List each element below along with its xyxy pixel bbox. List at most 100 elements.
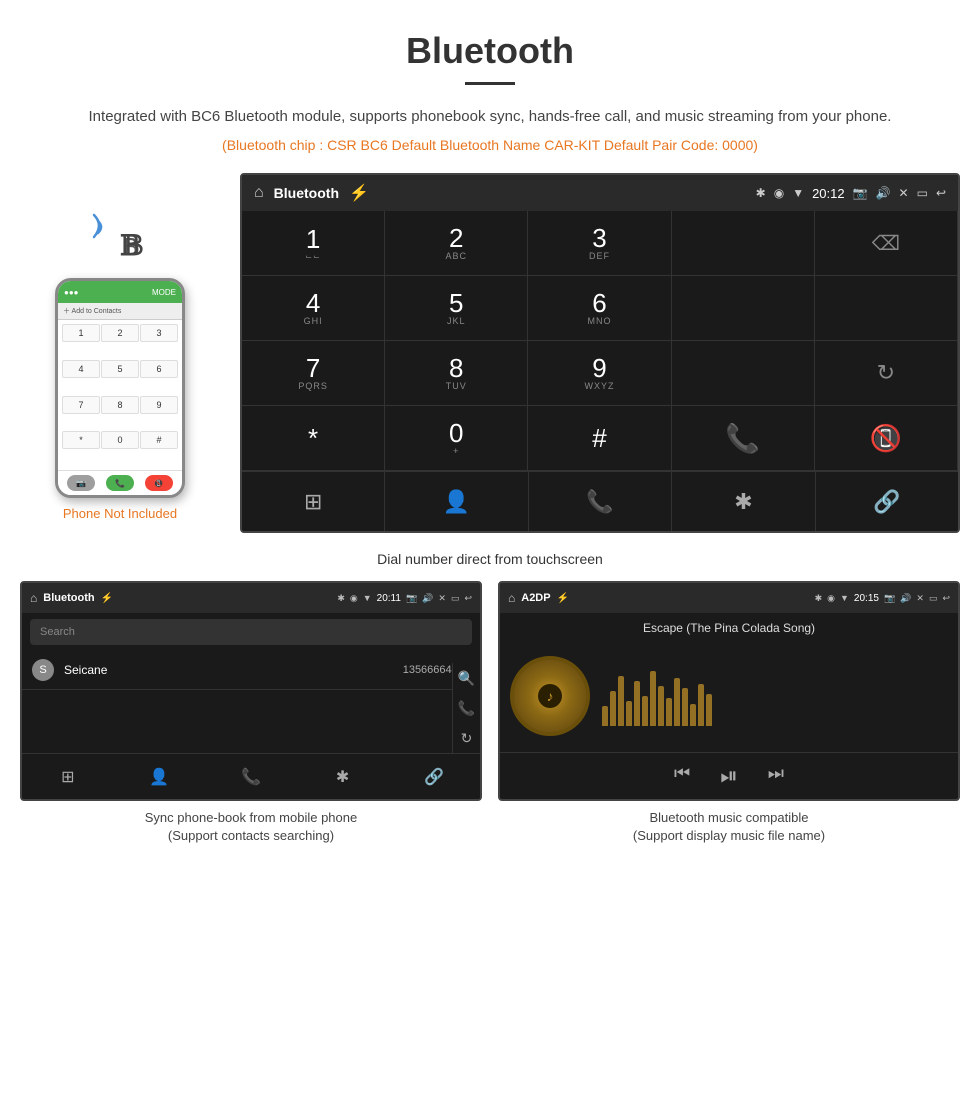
window-icon[interactable]: ▭ xyxy=(917,186,928,200)
phone-key-2[interactable]: 2 xyxy=(101,324,139,342)
key-7[interactable]: 7 PQRS xyxy=(242,341,385,406)
pb-tool-bt[interactable]: ✱ xyxy=(297,754,389,799)
page-title: Bluetooth xyxy=(0,0,980,82)
bluetooth-status-icon: ✱ xyxy=(756,186,766,200)
next-track-btn[interactable]: ⏭ xyxy=(768,763,784,789)
pb-contact-row: S Seicane 13566664466 xyxy=(22,651,480,690)
pb-side-refresh[interactable]: ↻ xyxy=(461,730,473,747)
pb-wifi-icon: ▼ xyxy=(363,593,372,603)
phone-key-6[interactable]: 6 xyxy=(140,360,178,378)
dial-tool-keypad[interactable]: ⊞ xyxy=(242,472,385,531)
pb-side-call[interactable]: 📞 xyxy=(458,700,475,717)
phone-key-3[interactable]: 3 xyxy=(140,324,178,342)
phone-key-4[interactable]: 4 xyxy=(62,360,100,378)
music-cam-icon[interactable]: 📷 xyxy=(884,593,895,604)
close-icon[interactable]: ✕ xyxy=(899,186,909,200)
pb-tool-user[interactable]: 👤 xyxy=(114,754,206,799)
pb-side-search[interactable]: 🔍 xyxy=(458,670,475,687)
usb-icon: ⚡ xyxy=(349,183,369,203)
phone-keypad: 1 2 3 4 5 6 7 8 9 * 0 # xyxy=(58,320,182,470)
key-8[interactable]: 8 TUV xyxy=(385,341,528,406)
music-home-icon[interactable]: ⌂ xyxy=(508,591,515,605)
play-pause-btn[interactable]: ⏯ xyxy=(720,763,738,789)
back-icon[interactable]: ↩ xyxy=(936,186,946,200)
dial-tool-phone[interactable]: 📞 xyxy=(529,472,672,531)
pb-loc-icon: ◉ xyxy=(350,593,358,604)
key-refresh[interactable]: ↻ xyxy=(815,341,958,406)
music-status-icons: ✱ ◉ ▼ 20:15 📷 🔊 ✕ ▭ ↩ xyxy=(815,593,950,604)
music-time: 20:15 xyxy=(854,593,879,604)
phone-mockup: ●●● MODE ＋ Add to Contacts 1 2 3 4 5 6 7… xyxy=(55,278,185,498)
pb-tool-link[interactable]: 🔗 xyxy=(388,754,480,799)
phone-mode: MODE xyxy=(152,288,176,297)
music-back-icon[interactable]: ↩ xyxy=(942,593,950,604)
pb-close-icon[interactable]: ✕ xyxy=(438,593,446,604)
music-vol-icon[interactable]: 🔊 xyxy=(900,593,911,604)
pb-search-placeholder: Search xyxy=(40,626,75,638)
volume-icon[interactable]: 🔊 xyxy=(876,186,891,200)
camera-icon[interactable]: 📷 xyxy=(853,186,868,200)
phone-key-9[interactable]: 9 xyxy=(140,396,178,414)
key-call-green[interactable]: 📞 xyxy=(672,406,815,471)
key-1[interactable]: 1 ⌙⌙ xyxy=(242,211,385,276)
phone-key-5[interactable]: 5 xyxy=(101,360,139,378)
pb-home-icon[interactable]: ⌂ xyxy=(30,591,37,605)
pb-vol-icon[interactable]: 🔊 xyxy=(422,593,433,604)
key-2[interactable]: 2 ABC xyxy=(385,211,528,276)
bar-10 xyxy=(674,678,680,726)
phone-key-1[interactable]: 1 xyxy=(62,324,100,342)
phone-key-star[interactable]: * xyxy=(62,431,100,449)
phone-key-8[interactable]: 8 xyxy=(101,396,139,414)
key-0[interactable]: 0 + xyxy=(385,406,528,471)
dial-caption: Dial number direct from touchscreen xyxy=(0,543,980,581)
phone-key-hash[interactable]: # xyxy=(140,431,178,449)
keypad-area: 1 ⌙⌙ 2 ABC 3 DEF ⌫ 4 GHI 5 JKL xyxy=(242,211,958,471)
phone-screen: ●●● MODE ＋ Add to Contacts 1 2 3 4 5 6 7… xyxy=(58,281,182,495)
prev-track-btn[interactable]: ⏮ xyxy=(674,763,690,789)
music-close-icon[interactable]: ✕ xyxy=(916,593,924,604)
key-9[interactable]: 9 WXYZ xyxy=(528,341,671,406)
pb-bt-icon: ✱ xyxy=(337,593,345,604)
music-header: ⌂ A2DP ⚡ ✱ ◉ ▼ 20:15 📷 🔊 ✕ ▭ ↩ xyxy=(500,583,958,613)
phone-key-0[interactable]: 0 xyxy=(101,431,139,449)
key-3[interactable]: 3 DEF xyxy=(528,211,671,276)
dial-tool-link[interactable]: 🔗 xyxy=(816,472,958,531)
pb-cam-icon[interactable]: 📷 xyxy=(406,593,417,604)
pb-win-icon[interactable]: ▭ xyxy=(451,593,460,604)
music-screen: ⌂ A2DP ⚡ ✱ ◉ ▼ 20:15 📷 🔊 ✕ ▭ ↩ xyxy=(498,581,960,801)
pb-search-bar[interactable]: Search xyxy=(30,619,472,645)
description-text: Integrated with BC6 Bluetooth module, su… xyxy=(0,105,980,137)
pb-tool-keypad[interactable]: ⊞ xyxy=(22,754,114,799)
phone-key-7[interactable]: 7 xyxy=(62,396,100,414)
music-visualizer xyxy=(602,666,948,726)
key-backspace[interactable]: ⌫ xyxy=(815,211,958,276)
phone-end-btn[interactable]: 📵 xyxy=(145,475,173,491)
bottom-row: ⌂ Bluetooth ⚡ ✱ ◉ ▼ 20:11 📷 🔊 ✕ ▭ ↩ xyxy=(0,581,980,845)
phonebook-screen: ⌂ Bluetooth ⚡ ✱ ◉ ▼ 20:11 📷 🔊 ✕ ▭ ↩ xyxy=(20,581,482,801)
dial-toolbar: ⊞ 👤 📞 ✱ 🔗 xyxy=(242,471,958,531)
key-4[interactable]: 4 GHI xyxy=(242,276,385,341)
phone-call-btn[interactable]: 📞 xyxy=(106,475,134,491)
dial-tool-contacts[interactable]: 👤 xyxy=(385,472,528,531)
pb-back-icon[interactable]: ↩ xyxy=(464,593,472,604)
key-hash[interactable]: # xyxy=(528,406,671,471)
pb-tool-phone[interactable]: 📞 xyxy=(205,754,297,799)
bar-7 xyxy=(650,671,656,726)
music-win-icon[interactable]: ▭ xyxy=(929,593,938,604)
wifi-icon: ▼ xyxy=(792,186,804,200)
dial-header-icons: ✱ ◉ ▼ 20:12 📷 🔊 ✕ ▭ ↩ xyxy=(756,186,946,201)
key-star[interactable]: * xyxy=(242,406,385,471)
phone-camera-btn[interactable]: 📷 xyxy=(67,475,95,491)
phone-status: ●●● xyxy=(64,288,79,297)
music-info xyxy=(602,666,948,726)
pb-toolbar: ⊞ 👤 📞 ✱ 🔗 xyxy=(22,753,480,799)
bar-4 xyxy=(626,701,632,726)
key-call-red[interactable]: 📵 xyxy=(815,406,958,471)
bar-11 xyxy=(682,688,688,726)
music-wifi-icon: ▼ xyxy=(840,593,849,603)
home-icon[interactable]: ⌂ xyxy=(254,184,264,202)
phone-top-bar: ●●● MODE xyxy=(58,281,182,303)
key-6[interactable]: 6 MNO xyxy=(528,276,671,341)
key-5[interactable]: 5 JKL xyxy=(385,276,528,341)
dial-tool-bluetooth[interactable]: ✱ xyxy=(672,472,815,531)
